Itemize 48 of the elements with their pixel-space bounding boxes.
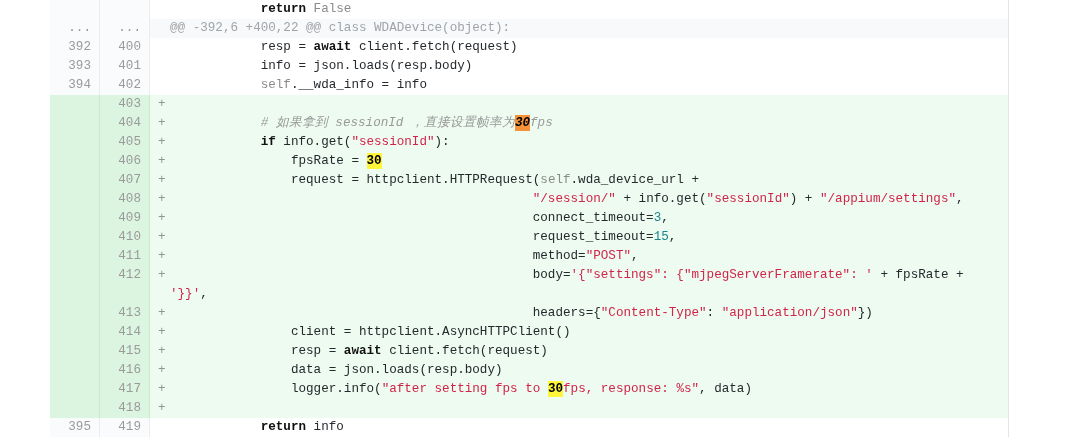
diff-marker: + <box>150 247 170 266</box>
line-number: 408 <box>100 190 150 209</box>
code-line: self.__wda_info = info <box>259 77 428 94</box>
line-number: 404 <box>100 114 150 133</box>
line-number: 407 <box>100 171 150 190</box>
line-number: 411 <box>100 247 150 266</box>
line-number: 392 <box>50 38 100 57</box>
diff-marker: + <box>150 266 170 285</box>
diff-marker: + <box>150 399 170 418</box>
line-number: 401 <box>100 57 150 76</box>
line-number: 413 <box>100 304 150 323</box>
code-line: return info <box>259 419 345 436</box>
line-number: 415 <box>100 342 150 361</box>
line-number: 410 <box>100 228 150 247</box>
code-line: return False <box>259 1 353 18</box>
diff-marker: + <box>150 114 170 133</box>
diff-marker: + <box>150 171 170 190</box>
diff-marker: + <box>150 152 170 171</box>
code-line: info = json.loads(resp.body) <box>259 58 474 75</box>
line-number: 405 <box>100 133 150 152</box>
line-number: 393 <box>50 57 100 76</box>
line-number: 395 <box>50 418 100 437</box>
line-number: 400 <box>100 38 150 57</box>
line-number: 394 <box>50 76 100 95</box>
line-number: 402 <box>100 76 150 95</box>
line-number: 419 <box>100 418 150 437</box>
diff-marker: + <box>150 190 170 209</box>
code-line: resp = await client.fetch(request) <box>259 39 519 56</box>
gutter-cell <box>50 95 100 114</box>
line-number: 418 <box>100 399 150 418</box>
line-number: 414 <box>100 323 150 342</box>
line-number: 417 <box>100 380 150 399</box>
line-number: 412 <box>100 266 150 285</box>
diff-marker: + <box>150 361 170 380</box>
line-number: 403 <box>100 95 150 114</box>
diff-marker: + <box>150 304 170 323</box>
line-number: 409 <box>100 209 150 228</box>
diff-marker: + <box>150 133 170 152</box>
line-number: 406 <box>100 152 150 171</box>
hunk-header: @@ -392,6 +400,22 @@ class WDADevice(object): <box>170 20 512 37</box>
diff-marker: + <box>150 380 170 399</box>
diff-marker: + <box>150 228 170 247</box>
diff-marker: + <box>150 95 170 114</box>
diff-marker: + <box>150 342 170 361</box>
diff-marker: + <box>150 323 170 342</box>
line-number: 416 <box>100 361 150 380</box>
diff-marker: + <box>150 209 170 228</box>
gutter-cell <box>50 399 100 418</box>
